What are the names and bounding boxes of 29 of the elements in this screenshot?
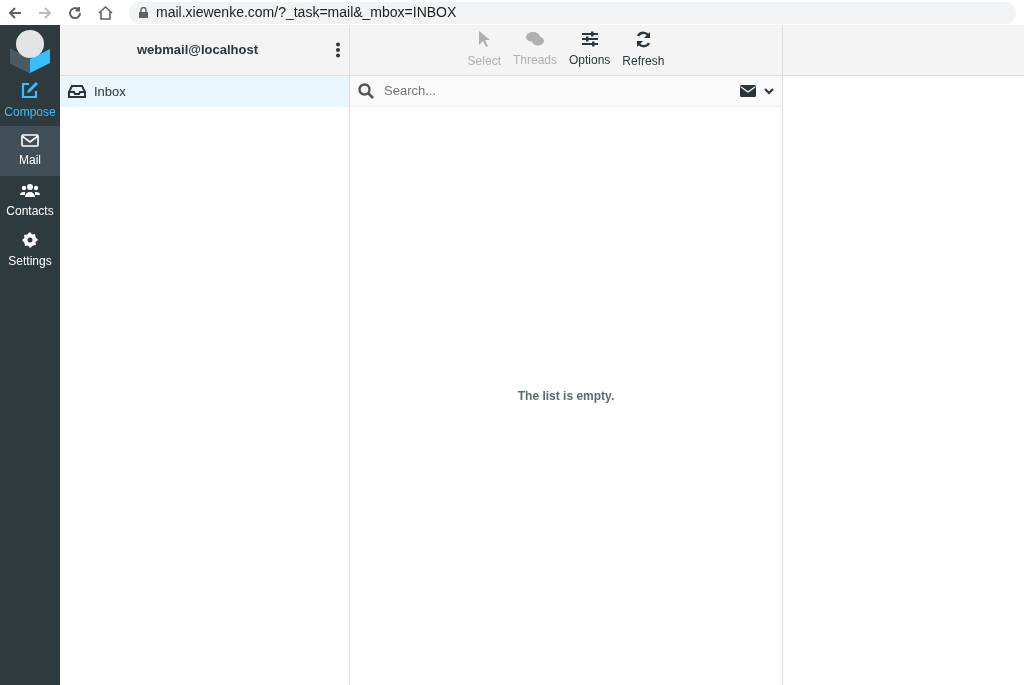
inbox-tray-icon <box>68 85 86 98</box>
logo-icon <box>8 28 52 73</box>
home-icon[interactable] <box>98 5 113 20</box>
refresh-icon <box>634 30 652 48</box>
speech-bubbles-icon <box>525 31 545 47</box>
search-icon <box>358 83 374 99</box>
cursor-icon <box>478 30 491 48</box>
nav-item[interactable]: Contacts <box>0 176 60 226</box>
chevron-down-icon[interactable] <box>764 87 774 95</box>
nav-item[interactable]: Mail <box>0 126 60 176</box>
lock-icon <box>139 7 148 18</box>
back-icon[interactable] <box>8 5 22 20</box>
nav-item[interactable]: Compose <box>0 76 60 126</box>
gear-icon <box>22 232 38 248</box>
search-bar[interactable]: Search... <box>350 76 782 107</box>
nav-item[interactable]: Settings <box>0 226 60 276</box>
search-field[interactable]: Search... <box>382 80 732 102</box>
more-menu-icon[interactable] <box>335 42 341 58</box>
envelope-icon[interactable] <box>740 85 756 97</box>
toolbar-button[interactable]: Refresh <box>618 30 669 70</box>
toolbar-button[interactable]: Options <box>565 31 615 69</box>
sliders-icon <box>580 31 599 47</box>
folder-item[interactable]: Inbox <box>60 76 349 107</box>
pencil-square-icon <box>21 81 39 99</box>
account-title: webmail@localhost <box>135 41 259 60</box>
people-icon <box>20 182 40 198</box>
envelope-icon <box>21 133 39 147</box>
reload-icon[interactable] <box>68 5 82 20</box>
empty-list-message: The list is empty. <box>517 388 615 405</box>
